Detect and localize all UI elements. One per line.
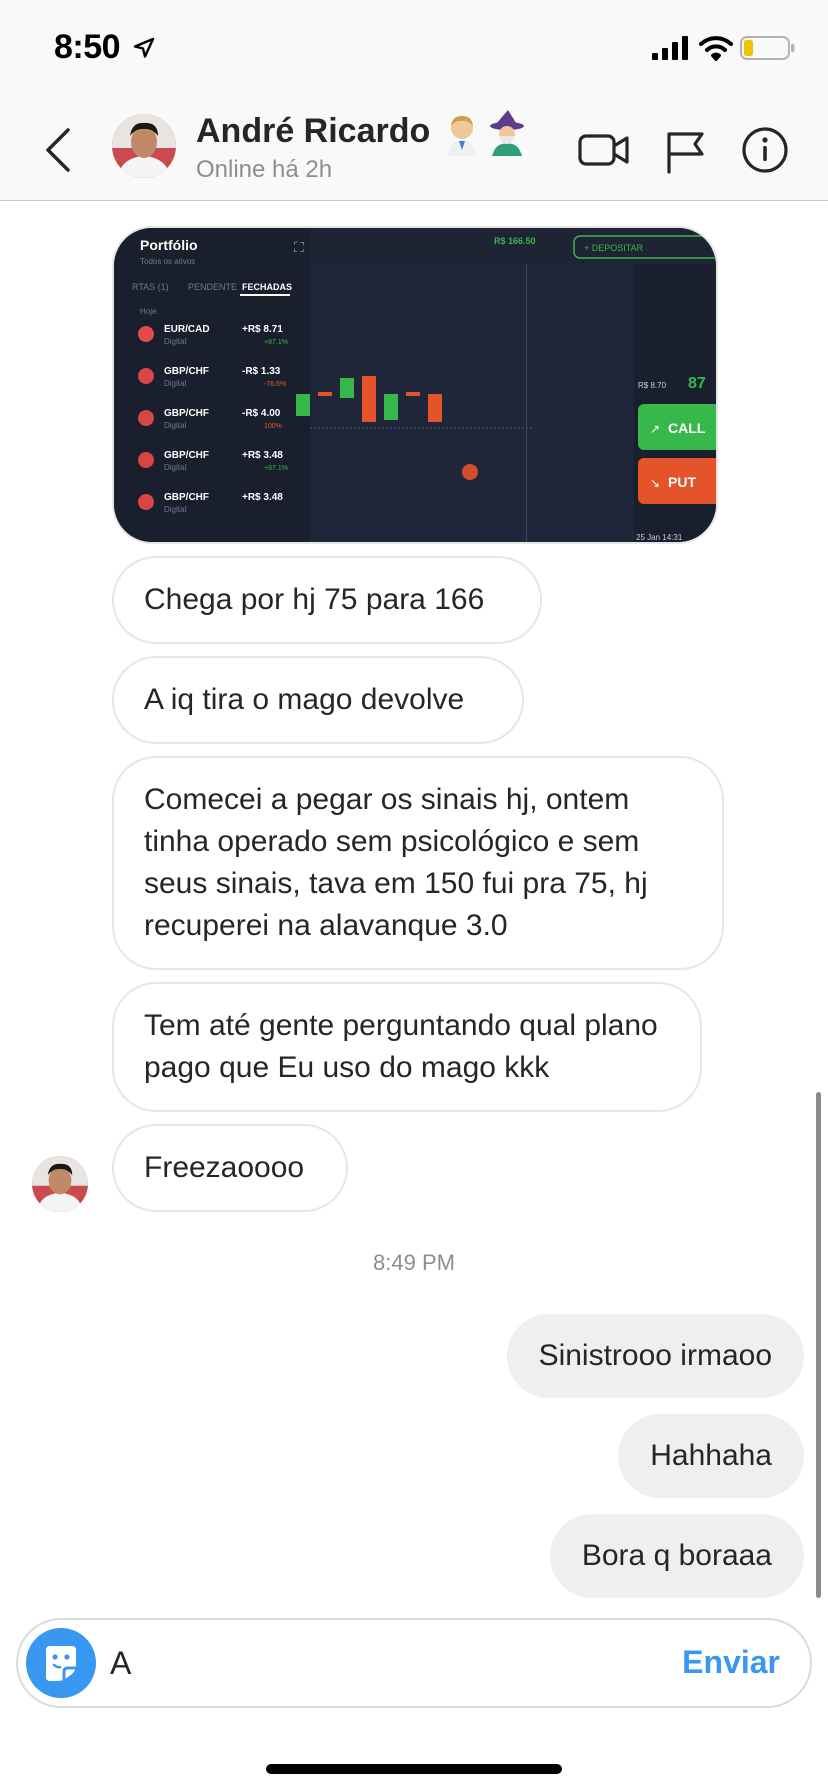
trade-value: +R$ 8.71	[242, 324, 283, 335]
candle	[340, 378, 354, 398]
chat-header: André Ricardo Online há 2h	[0, 100, 828, 201]
portfolio-subtitle: Todos os ativos	[140, 257, 195, 266]
video-call-icon[interactable]	[578, 122, 630, 178]
trade-value: +R$ 3.48	[242, 492, 283, 503]
currency-flag-icon	[138, 452, 154, 468]
account-balance: R$ 166.50	[494, 236, 536, 246]
svg-text:↗: ↗	[650, 422, 660, 436]
portfolio-title: Portfólio	[140, 237, 198, 253]
currency-flag-icon	[138, 410, 154, 426]
message-text: Comecei a pegar os sinais hj, ontem tinh…	[144, 783, 648, 942]
currency-flag-icon	[138, 326, 154, 342]
location-arrow-icon	[133, 37, 155, 58]
sender-avatar[interactable]	[32, 1156, 88, 1212]
trade-kind: Digital	[164, 421, 186, 430]
currency-flag-icon	[138, 368, 154, 384]
message-text: Tem até gente perguntando qual plano pag…	[144, 1009, 658, 1084]
trade-pair: GBP/CHF	[164, 366, 209, 377]
wifi-icon	[699, 36, 733, 61]
message-text: Freezaoooo	[144, 1151, 305, 1184]
payout-value: R$ 8.70	[638, 381, 667, 390]
trade-percent: +87.1%	[264, 339, 288, 346]
message-input[interactable]	[110, 1636, 670, 1690]
contact-avatar[interactable]	[112, 114, 176, 178]
contact-name[interactable]: André Ricardo	[196, 112, 430, 151]
currency-flag-icon	[138, 494, 154, 510]
trade-pair: GBP/CHF	[164, 492, 209, 503]
candle	[296, 394, 310, 416]
trade-value: +R$ 3.48	[242, 450, 283, 461]
put-label: PUT	[668, 474, 696, 490]
shared-trading-screenshot[interactable]: Portfólio Todos os ativos ⛶ RTAS (1) PEN…	[112, 226, 718, 544]
clock: 8:50	[54, 28, 121, 66]
deposit-button: + DEPOSITAR	[584, 243, 644, 253]
message-thread[interactable]: Portfólio Todos os ativos ⛶ RTAS (1) PEN…	[0, 202, 828, 1618]
trade-pair: EUR/CAD	[164, 324, 210, 335]
call-label: CALL	[668, 420, 706, 436]
candle	[406, 392, 420, 396]
trade-percent: +87.1%	[264, 465, 288, 472]
tab-fechadas: FECHADAS	[242, 282, 292, 292]
battery-icon	[740, 36, 795, 60]
trade-kind: Digital	[164, 505, 186, 514]
trading-platform-image: Portfólio Todos os ativos ⛶ RTAS (1) PEN…	[114, 228, 716, 542]
expand-icon: ⛶	[294, 239, 304, 255]
svg-text:↘: ↘	[650, 476, 660, 490]
incoming-message-bubble[interactable]: Chega por hj 75 para 166	[112, 556, 542, 644]
candle	[428, 394, 442, 422]
incoming-message-bubble[interactable]: Tem até gente perguntando qual plano pag…	[112, 982, 702, 1112]
section-hoje: Hoje	[140, 307, 157, 316]
doctor-and-mage-emoji-icon	[448, 110, 524, 156]
chart-date: 25 Jan 14:31	[636, 533, 683, 542]
back-chevron-icon[interactable]	[38, 124, 78, 176]
sticker-icon	[46, 1646, 76, 1681]
tab-underline	[240, 294, 290, 296]
outgoing-message-bubble[interactable]: Bora q boraaa	[549, 1514, 804, 1598]
outgoing-message-bubble[interactable]: Sinistrooo irmaoo	[506, 1314, 804, 1398]
trade-kind: Digital	[164, 379, 186, 388]
trade-percent: -76.6%	[264, 381, 286, 388]
home-indicator[interactable]	[266, 1764, 562, 1774]
send-button[interactable]: Enviar	[682, 1644, 780, 1681]
thread-scrollbar[interactable]	[816, 1092, 821, 1598]
contact-online-status: Online há 2h	[196, 156, 333, 183]
message-text: Hahhaha	[650, 1439, 772, 1472]
trade-value: -R$ 4.00	[242, 408, 281, 419]
incoming-message-bubble[interactable]: A iq tira o mago devolve	[112, 656, 524, 744]
tab-rtas: RTAS (1)	[132, 282, 169, 292]
info-icon[interactable]	[740, 122, 790, 178]
message-text: Chega por hj 75 para 166	[144, 583, 485, 616]
trade-kind: Digital	[164, 337, 186, 346]
outgoing-message-bubble[interactable]: Hahhaha	[618, 1414, 804, 1498]
sticker-button[interactable]	[26, 1628, 96, 1698]
message-text: Bora q boraaa	[581, 1539, 772, 1572]
trade-value: -R$ 1.33	[242, 366, 281, 377]
cellular-signal-icon	[652, 36, 688, 60]
candle	[318, 392, 332, 396]
message-text: A iq tira o mago devolve	[144, 683, 465, 716]
incoming-message-bubble[interactable]: Comecei a pegar os sinais hj, ontem tinh…	[112, 756, 724, 970]
candle	[362, 376, 376, 422]
message-composer: Enviar	[16, 1618, 812, 1708]
payout-percent: 87	[688, 375, 706, 392]
trade-percent: 100%	[264, 423, 282, 430]
incoming-message-bubble[interactable]: Freezaoooo	[112, 1124, 348, 1212]
trade-pair: GBP/CHF	[164, 450, 209, 461]
candle	[384, 394, 398, 420]
message-timestamp: 8:49 PM	[373, 1250, 455, 1275]
status-bar: 8:50	[0, 0, 828, 100]
avatar-portrait-icon	[112, 114, 176, 178]
avatar-portrait-icon	[32, 1156, 88, 1212]
trade-pair: GBP/CHF	[164, 408, 209, 419]
message-text: Sinistrooo irmaoo	[538, 1339, 772, 1372]
tab-pendente: PENDENTE	[188, 282, 237, 292]
trade-kind: Digital	[164, 463, 186, 472]
report-flag-icon[interactable]	[664, 122, 706, 178]
